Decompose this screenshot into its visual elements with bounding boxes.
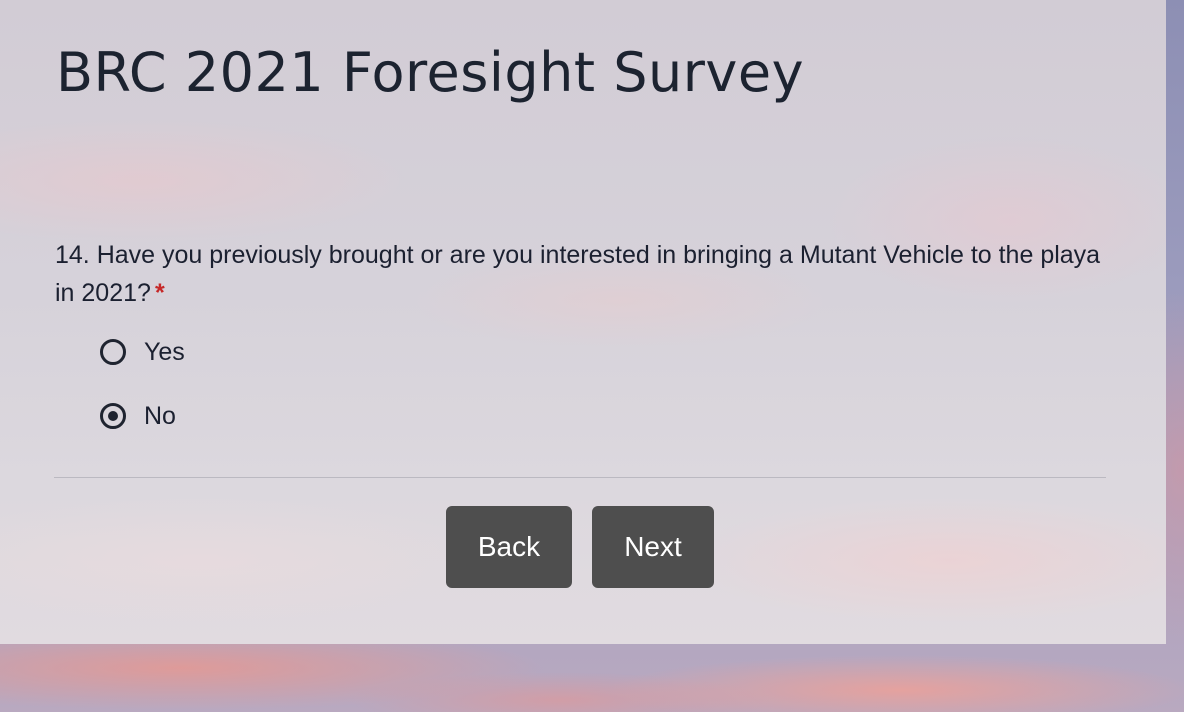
radio-yes[interactable] (100, 339, 126, 365)
question-text: 14. Have you previously brought or are y… (55, 241, 1101, 307)
option-no-label: No (144, 402, 176, 430)
next-button[interactable]: Next (592, 506, 714, 588)
option-yes-label: Yes (144, 338, 185, 366)
divider (54, 477, 1106, 478)
question-14: 14. Have you previously brought or are y… (55, 236, 1115, 312)
radio-no[interactable] (100, 403, 126, 429)
required-asterisk: * (154, 279, 165, 307)
option-no[interactable]: No (100, 401, 176, 431)
survey-title: BRC 2021 Foresight Survey (56, 41, 805, 104)
survey-panel: BRC 2021 Foresight Survey 14. Have you p… (0, 0, 1166, 644)
back-button[interactable]: Back (446, 506, 572, 588)
option-yes[interactable]: Yes (100, 337, 185, 367)
